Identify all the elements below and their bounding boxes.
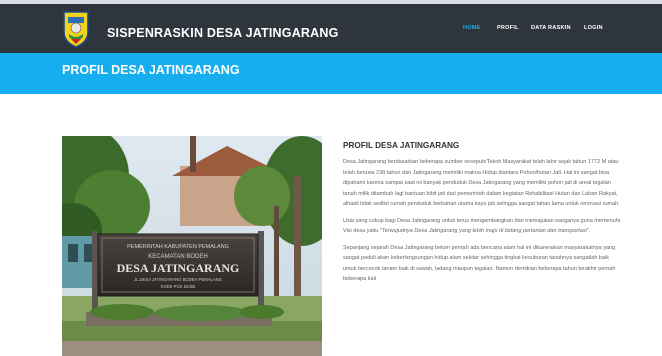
banner-title: PROFIL DESA JATINGARANG: [62, 63, 240, 77]
article-paragraph-3: Sepanjang sejarah Desa Jatingarang belum…: [343, 244, 616, 283]
sign-line-2: KECAMATAN BODEH: [148, 254, 207, 260]
sign-line-5: KODE POS 52365: [161, 284, 196, 289]
nav-profil-link[interactable]: PROFIL: [497, 25, 519, 31]
page-banner: PROFIL DESA JATINGARANG: [0, 53, 662, 94]
sign-line-3: DESA JATINGARANG: [117, 261, 240, 275]
nav-login-link[interactable]: LOGIN: [584, 25, 603, 31]
village-vision-quote: "Terwujudnya Desa Jatingarang yang lebih…: [379, 228, 591, 234]
profile-article: PROFIL DESA JATINGARANG Desa Jatingarang…: [343, 141, 621, 291]
village-office-photo: PEMERINTAH KABUPATEN PEMALANG KECAMATAN …: [62, 136, 322, 356]
article-heading: PROFIL DESA JATINGARANG: [343, 141, 460, 150]
nav-data-raskin-link[interactable]: DATA RASKIN: [531, 25, 571, 31]
regency-emblem-logo[interactable]: [62, 10, 90, 48]
sign-line-1: PEMERINTAH KABUPATEN PEMALANG: [127, 244, 229, 250]
article-paragraph-2: Usia yang cukup bagi Desa Jatingarang un…: [343, 216, 621, 237]
article-paragraph-1: Desa Jatingarang berdasarkan beberapa su…: [343, 159, 620, 207]
navbar: SISPENRASKIN DESA JATINGARANG HOME PROFI…: [0, 4, 662, 53]
nav-home-link[interactable]: HOME: [463, 25, 481, 31]
site-title[interactable]: SISPENRASKIN DESA JATINGARANG: [107, 26, 339, 40]
sign-line-4: JL.DESA JATINGARANG BODEH PEMALANG: [134, 277, 222, 282]
